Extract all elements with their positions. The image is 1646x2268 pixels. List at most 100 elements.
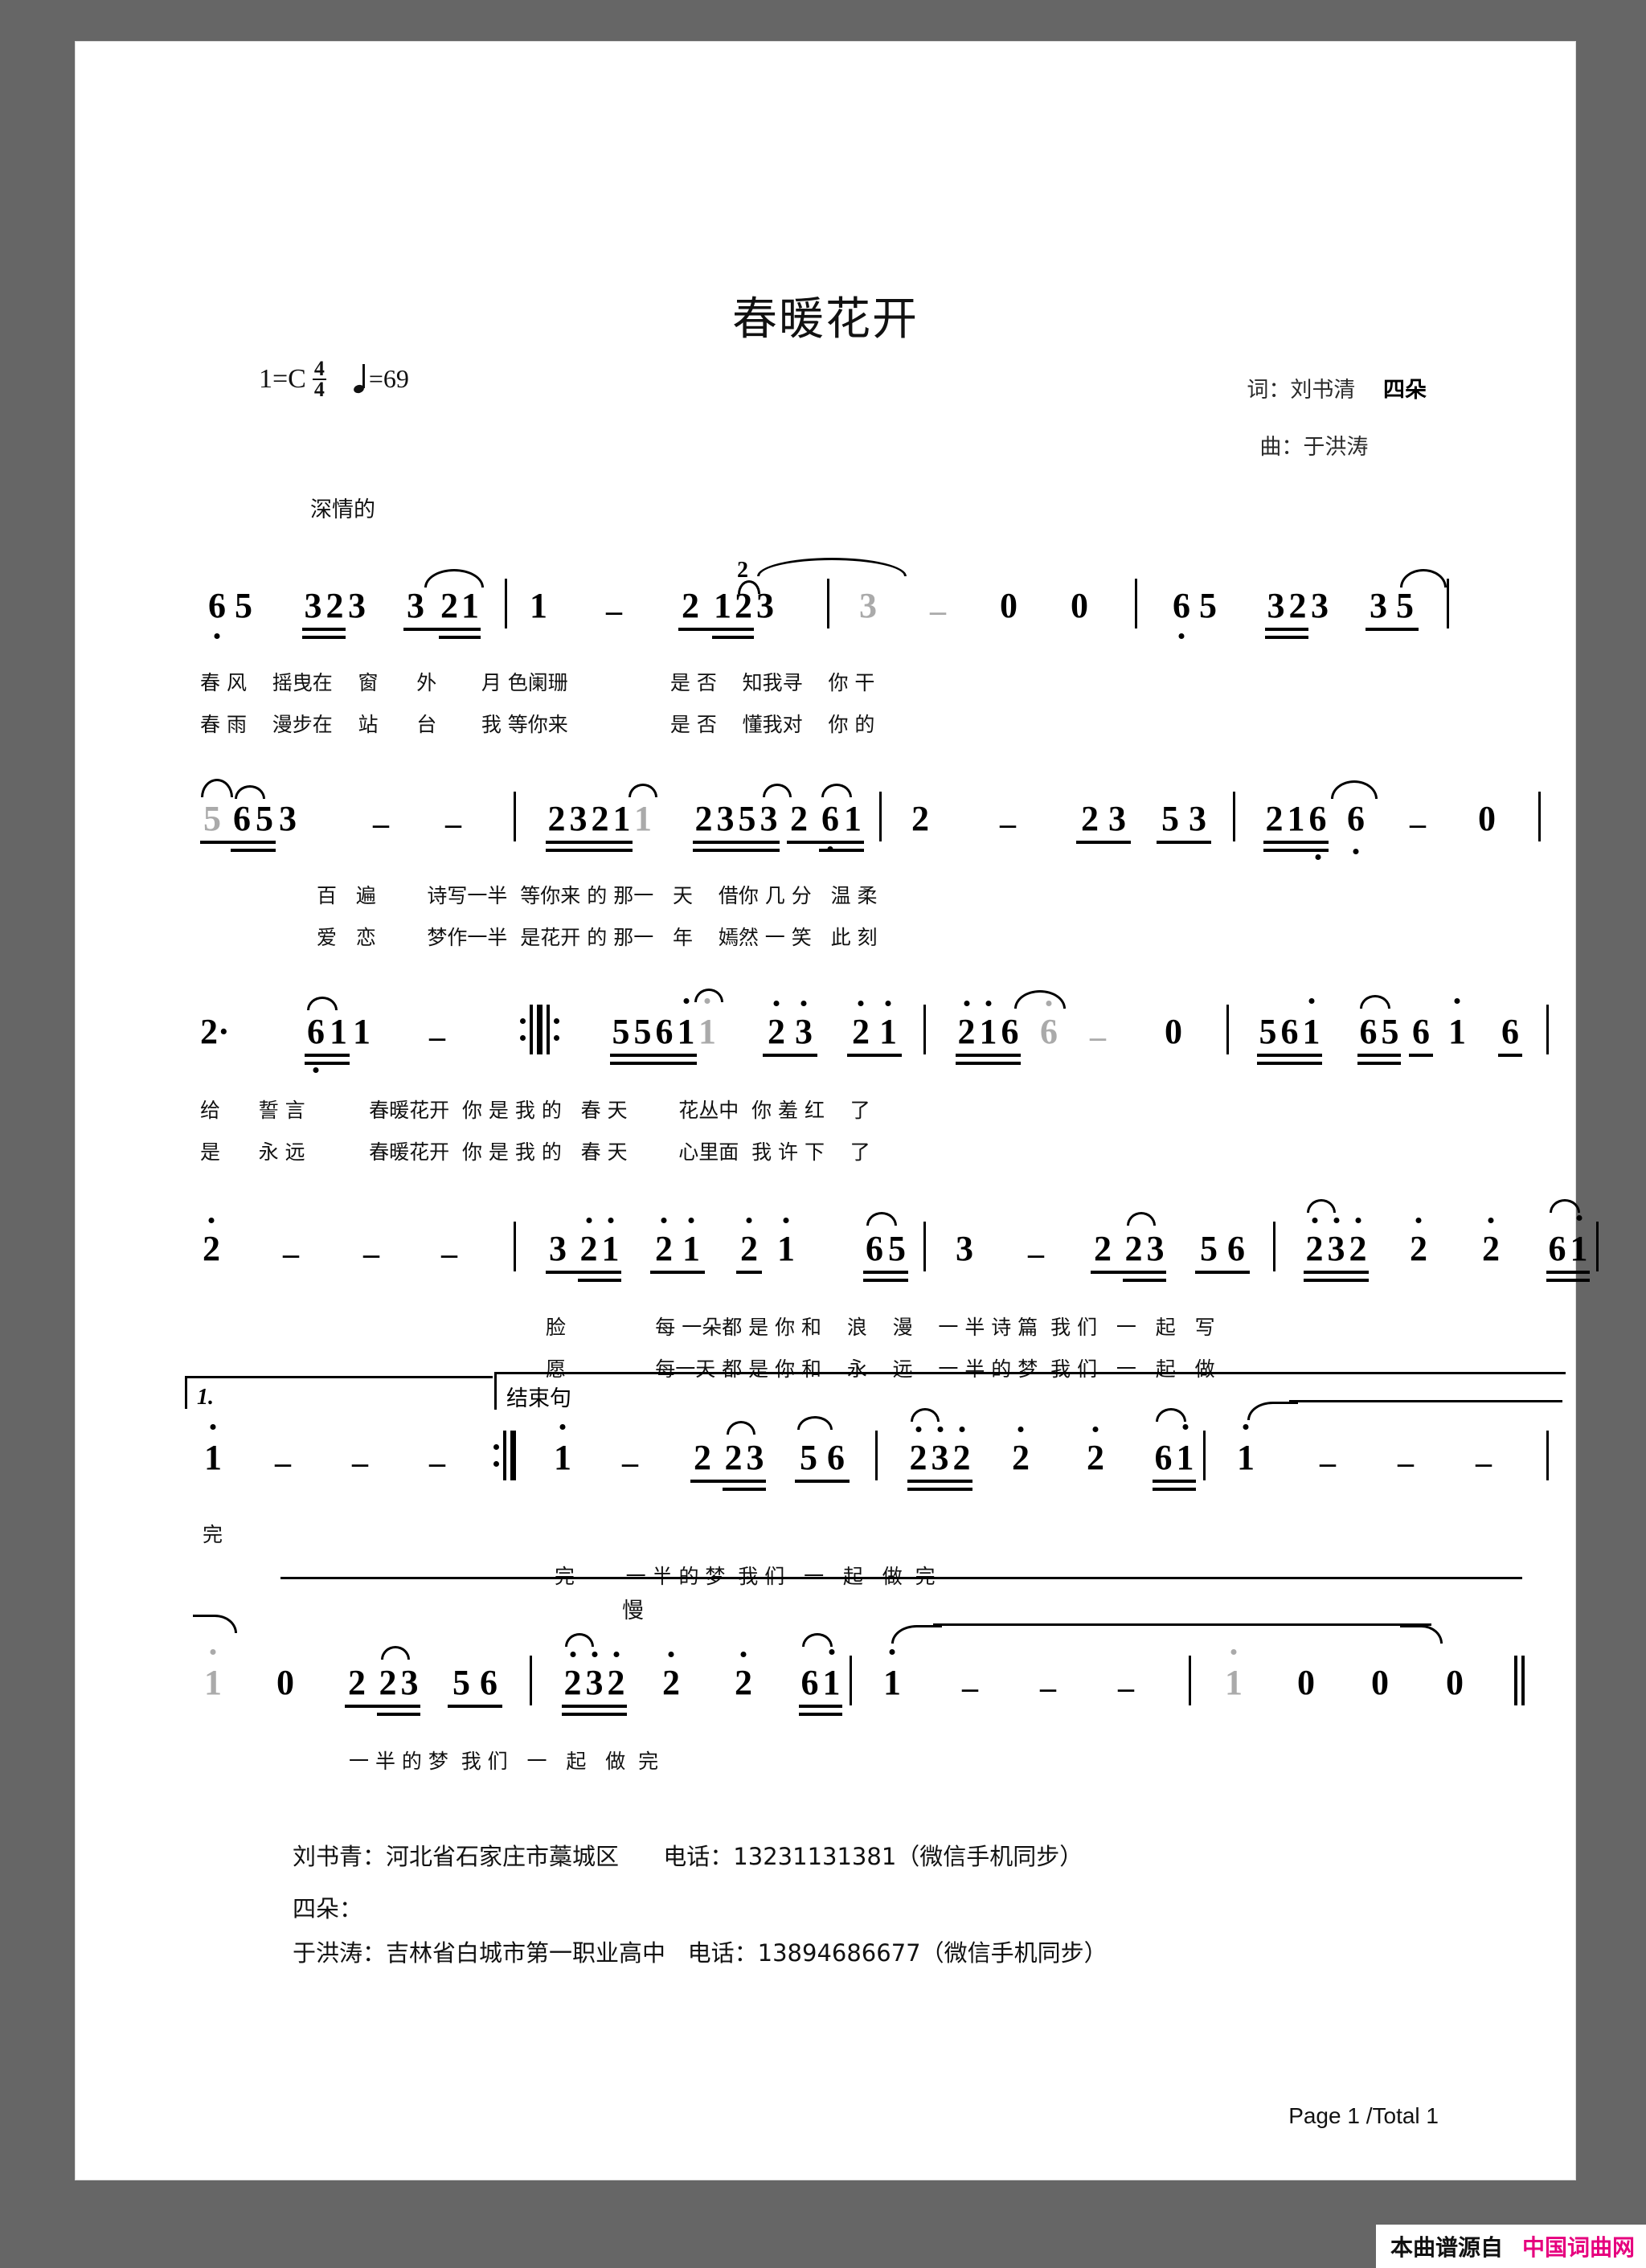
system-1: 6 5 3 2 3 3 2 1 1 – 2 1 2 3 2 3 – 0 0 6 … [76, 556, 1575, 749]
beam-group: 6 1 [819, 801, 864, 852]
note-extender: – [373, 805, 389, 841]
note: 5 [1161, 799, 1179, 838]
note: 6 [1169, 588, 1194, 639]
barline [1189, 1656, 1191, 1705]
barline [1546, 1431, 1549, 1480]
beam-group: 5 6 [448, 1663, 502, 1708]
note: 3 [760, 799, 778, 838]
note: 2 [1288, 586, 1307, 625]
note: 6 [655, 1012, 674, 1051]
note: 1 [821, 1649, 842, 1701]
note: 5 [800, 1438, 817, 1477]
barline [923, 1222, 926, 1271]
note: 1 [1444, 998, 1470, 1050]
note: 5 [235, 586, 252, 625]
barline [1233, 792, 1235, 841]
note: 3 [1146, 1229, 1165, 1268]
note: 2 [907, 1427, 929, 1476]
lyric-line-1: 完 [203, 1523, 223, 1546]
note: 3 [348, 586, 366, 625]
beam-group: 3 2 [302, 586, 346, 639]
beam-group: 2 2 3 [345, 1663, 420, 1716]
barline [879, 792, 882, 841]
note: 1 [675, 998, 697, 1050]
phrase-line [1289, 1400, 1562, 1402]
note: 2 [724, 1438, 743, 1477]
note: 6 [1307, 801, 1329, 860]
note: 3 [956, 1229, 973, 1268]
note-extender: – [606, 592, 622, 628]
note: 2 [348, 1663, 366, 1702]
note: 3 [1325, 1218, 1347, 1267]
note-extender: – [429, 1018, 445, 1054]
note: 5 [888, 1229, 906, 1268]
note: 3 [790, 1001, 817, 1050]
note: 2 [1087, 1427, 1104, 1476]
phrase-slur [193, 1615, 237, 1633]
note-extender: – [1398, 1444, 1414, 1480]
slur [1360, 995, 1390, 1009]
slur [201, 779, 233, 797]
note: 3 [1370, 586, 1387, 625]
beam-group: 2 3 2 1 [546, 801, 633, 852]
note: 2 [440, 586, 458, 625]
beam-group: 2 1 [578, 1218, 621, 1282]
note: 3 [407, 586, 424, 625]
final-barline [1514, 1656, 1525, 1705]
credits: 词：刘书清 四朵 曲：于洪涛 [1247, 379, 1427, 458]
note: 3 [279, 799, 297, 838]
note: 5 [452, 1663, 470, 1702]
beam-group: 3 5 [1366, 586, 1419, 631]
phrase-slur [1400, 1625, 1443, 1644]
note: 2 [1410, 1218, 1427, 1267]
slur [1127, 1212, 1156, 1226]
note-extender: – [1040, 1669, 1056, 1705]
barline [1447, 579, 1449, 628]
slur [763, 784, 792, 797]
watermark: 本曲谱源自 中国词曲网 [1375, 2225, 1646, 2268]
note: 2 [562, 1652, 583, 1701]
note-extender: – [1410, 805, 1426, 841]
beam-group: 6 5 [231, 801, 276, 852]
note: 0 [1446, 1663, 1464, 1702]
slur [424, 569, 484, 587]
note: 1 [1300, 998, 1322, 1050]
beam-group: 2 1 [847, 1001, 902, 1057]
beam-group: 3 2 1 [403, 586, 481, 639]
note: 2 [1265, 799, 1284, 838]
note: 3 [929, 1427, 951, 1476]
note: 2 [911, 799, 929, 838]
beam-group: 2 1 6 [1263, 799, 1329, 860]
barline [875, 1431, 878, 1480]
lyric-line-1: 百 遍 诗写一半 等你来 的 那一 天 借你 几 分 温 柔 [317, 884, 878, 907]
repeat-end-barline [493, 1431, 516, 1480]
note: 6 [1412, 1012, 1430, 1051]
note: 1 [1237, 1424, 1255, 1476]
tempo-value: =69 [368, 364, 409, 394]
lyric-line-2: 完 一 半 的 梦 我 们 一 起 做 完 [555, 1565, 936, 1588]
contact-line-2: 四朵： [293, 1895, 363, 1922]
note: 2 [326, 586, 344, 625]
note: 2 [790, 799, 808, 838]
beam-group: 2 3 2 [562, 1652, 627, 1716]
note: 1 [773, 1218, 799, 1267]
note: 5 [738, 799, 756, 838]
repeat-start-barline [520, 1005, 559, 1054]
note: 5 [1199, 586, 1217, 625]
note: 3 [1189, 799, 1206, 838]
note: 6 [1154, 1438, 1173, 1477]
lyric-line-1: 春 风 摇曳在 窗 外 月 色阑珊 是 否 知我寻 你 干 [200, 671, 875, 694]
triplet-number: 2 [737, 558, 748, 583]
note-extender: – [445, 805, 461, 841]
note: 2 [1304, 1218, 1325, 1267]
note-extender: – [930, 592, 946, 628]
note: 1 [678, 1218, 705, 1267]
note-extender: – [429, 1444, 445, 1480]
lyric-line-1: 一 半 的 梦 我 们 一 起 做 完 [349, 1750, 659, 1773]
note: 1 [204, 1649, 222, 1701]
slur [1014, 990, 1066, 1009]
barline [530, 1656, 532, 1705]
page-title: 春暖花开 [732, 293, 919, 346]
beam-group: 2 3 [1076, 801, 1131, 844]
note: 3 [583, 1652, 605, 1701]
